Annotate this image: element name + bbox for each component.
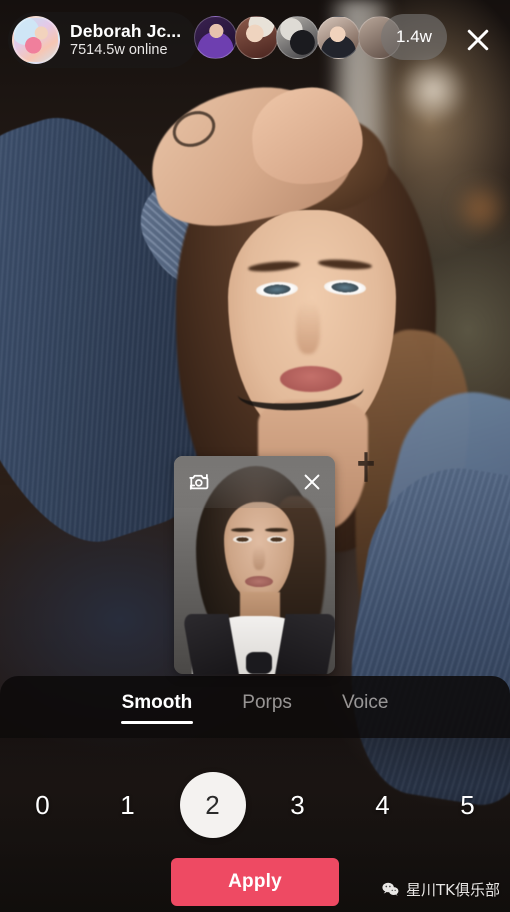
close-preview-button[interactable] — [301, 471, 323, 493]
list-item[interactable] — [194, 15, 237, 59]
pip-eye-left — [233, 536, 252, 543]
level-label: 5 — [460, 789, 475, 820]
level-label: 3 — [290, 789, 305, 820]
top-bar: Deborah Jc... 7514.5w online 1.4w — [0, 0, 510, 78]
level-option-4[interactable]: 4 — [340, 764, 425, 846]
close-stream-button[interactable] — [458, 20, 498, 60]
wechat-icon — [382, 882, 399, 896]
tab-smooth-label: Smooth — [121, 692, 193, 713]
pip-vest-right — [274, 614, 335, 674]
camera-flip-icon — [189, 474, 209, 490]
level-label: 1 — [120, 789, 135, 820]
close-icon — [467, 29, 489, 51]
watermark-text: 星川TK俱乐部 — [406, 881, 500, 899]
level-option-5[interactable]: 5 — [425, 764, 510, 846]
level-option-3[interactable]: 3 — [255, 764, 340, 846]
tab-active-indicator — [120, 720, 193, 724]
subject-nose — [296, 302, 320, 354]
tab-smooth[interactable]: Smooth — [120, 688, 195, 726]
close-icon — [304, 474, 320, 490]
live-stream-beauty-filter-screen: Deborah Jc... 7514.5w online 1.4w Smooth… — [0, 0, 510, 912]
viewer-count-badge[interactable]: 1.4w — [381, 14, 447, 60]
apply-button[interactable]: Apply — [171, 858, 339, 906]
level-option-2[interactable]: 2 — [170, 764, 255, 846]
tab-voice[interactable]: Voice — [340, 688, 390, 726]
host-text-block: Deborah Jc... 7514.5w online — [70, 21, 181, 59]
viewer-avatar-list: 1.4w — [194, 14, 447, 60]
pip-eyebrow-right — [265, 528, 288, 532]
tab-porps-label: Porps — [242, 692, 292, 713]
host-info-pill[interactable]: Deborah Jc... 7514.5w online — [8, 12, 198, 68]
video-bg-bokeh-warm — [452, 180, 510, 238]
level-option-0[interactable]: 0 — [0, 764, 85, 846]
list-item[interactable] — [235, 15, 278, 59]
avatar[interactable] — [12, 16, 60, 64]
online-count: 7514.5w online — [70, 41, 168, 58]
pip-lips — [245, 576, 273, 587]
level-label: 4 — [375, 789, 390, 820]
level-label: 0 — [35, 789, 50, 820]
tab-porps[interactable]: Porps — [240, 688, 294, 726]
pip-tie — [246, 652, 272, 674]
camera-preview-window[interactable] — [174, 456, 335, 674]
tab-voice-label: Voice — [341, 692, 389, 713]
pip-nose — [253, 546, 265, 570]
pip-eyebrow-left — [231, 528, 254, 532]
watermark: 星川TK俱乐部 — [381, 879, 500, 900]
host-name: Deborah Jc... — [70, 21, 182, 42]
filter-tab-bar: Smooth Porps Voice — [0, 676, 510, 738]
camera-flip-button[interactable] — [186, 469, 212, 495]
list-item[interactable] — [317, 15, 360, 59]
beauty-control-panel: Smooth Porps Voice 0 1 2 3 4 5 Apply — [0, 676, 510, 912]
list-item[interactable] — [276, 15, 319, 59]
pip-eye-right — [267, 536, 286, 543]
camera-preview-toolbar — [174, 456, 335, 508]
level-label: 2 — [205, 789, 220, 820]
smooth-level-slider[interactable]: 0 1 2 3 4 5 — [0, 764, 510, 846]
level-option-1[interactable]: 1 — [85, 764, 170, 846]
